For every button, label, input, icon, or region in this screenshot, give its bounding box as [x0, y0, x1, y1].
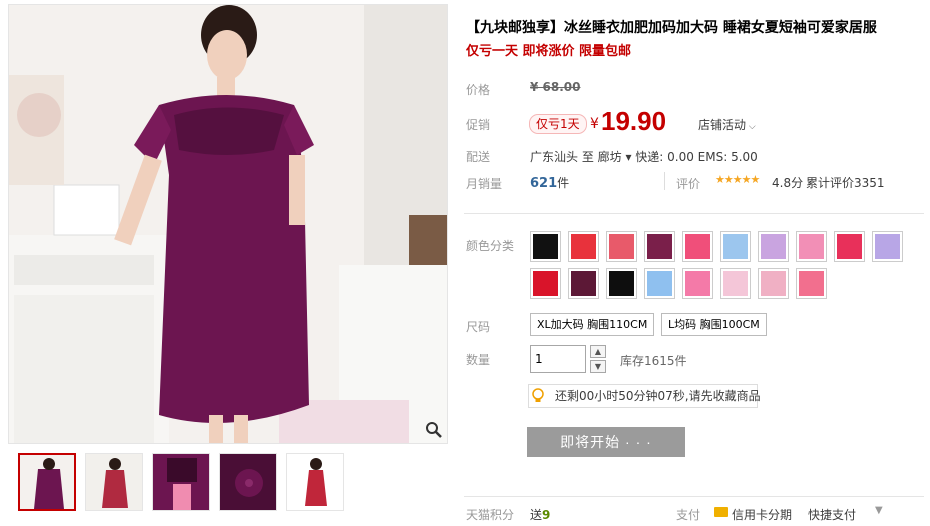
thumbnail-2[interactable] [85, 453, 143, 511]
color-swatch-14[interactable] [644, 268, 675, 299]
chevron-down-icon[interactable]: ▼ [875, 505, 883, 516]
shipping-info[interactable]: 广东汕头 至 廊坊 ▾ 快递: 0.00 EMS: 5.00 [530, 148, 758, 165]
rating-label: 评价 [676, 177, 701, 191]
color-swatch-11[interactable] [530, 268, 561, 299]
coming-soon-button[interactable]: 即将开始 · · · [527, 427, 685, 457]
color-swatch-12[interactable] [568, 268, 599, 299]
product-subtitle: 仅亏一天 即将涨价 限量包邮 [466, 44, 632, 59]
currency-symbol: ¥ [590, 116, 599, 132]
swatch-image [761, 234, 786, 259]
credit-card-icon [714, 507, 728, 517]
rating-score: 4.8分 [772, 176, 804, 190]
swatch-image [609, 271, 634, 296]
swatch-image [533, 234, 558, 259]
swatch-image [571, 271, 596, 296]
color-swatch-7[interactable] [758, 231, 789, 262]
quantity-label: 数量 [466, 353, 491, 367]
thumbnail-1[interactable] [18, 453, 76, 511]
quantity-increase-button[interactable]: ▲ [590, 345, 606, 358]
divider [664, 172, 665, 190]
swatch-image [685, 234, 710, 259]
color-swatch-2[interactable] [568, 231, 599, 262]
main-product-image[interactable] [8, 4, 448, 444]
color-swatch-6[interactable] [720, 231, 751, 262]
swatch-image [799, 271, 824, 296]
quantity-decrease-button[interactable]: ▼ [590, 360, 606, 373]
current-price: 19.90 [601, 106, 667, 136]
original-price: ¥ 68.00 [530, 80, 581, 94]
price-label: 价格 [466, 83, 491, 97]
stock-count: 库存1615件 [620, 354, 687, 368]
swatch-image [761, 271, 786, 296]
color-swatch-17[interactable] [758, 268, 789, 299]
swatch-image [685, 271, 710, 296]
swatch-image [533, 271, 558, 296]
swatch-image [647, 271, 672, 296]
color-swatch-16[interactable] [720, 268, 751, 299]
color-swatch-9[interactable] [834, 231, 865, 262]
monthly-sales-count: 621 [530, 176, 558, 191]
lightbulb-icon [532, 388, 544, 402]
product-title: 【九块邮独享】冰丝睡衣加肥加码加大码 睡裙女夏短袖可爱家居服 [466, 20, 877, 36]
color-swatch-15[interactable] [682, 268, 713, 299]
promo-badge: 仅亏1天 [529, 114, 587, 134]
swatch-image [723, 234, 748, 259]
color-swatch-4[interactable] [644, 231, 675, 262]
thumbnail-strip [18, 453, 344, 511]
size-option-l[interactable]: L均码 胸围100CM [661, 313, 767, 336]
monthly-sales-label: 月销量 [466, 177, 503, 191]
shipping-label: 配送 [466, 150, 491, 164]
thumbnail-3[interactable] [152, 453, 210, 511]
points-label: 天猫积分 [466, 508, 515, 522]
promo-label: 促销 [466, 118, 491, 132]
monthly-sales-unit: 件 [557, 176, 570, 190]
size-label: 尺码 [466, 320, 491, 334]
color-swatch-1[interactable] [530, 231, 561, 262]
store-activity-label: 店铺活动 [698, 118, 747, 132]
swatch-image [837, 234, 862, 259]
quick-pay[interactable]: 快捷支付 [808, 506, 856, 523]
star-rating-icon: ★★★★★ [715, 173, 760, 186]
color-swatch-13[interactable] [606, 268, 637, 299]
color-swatch-grid [530, 231, 910, 299]
chevron-down-icon: ⌵ [746, 122, 756, 132]
thumbnail-5[interactable] [286, 453, 344, 511]
swatch-image [647, 234, 672, 259]
store-activity-dropdown[interactable]: 店铺活动 ⌵ [698, 116, 756, 133]
thumbnail-4[interactable] [219, 453, 277, 511]
swatch-image [875, 234, 900, 259]
zoom-icon[interactable] [425, 421, 443, 439]
color-swatch-3[interactable] [606, 231, 637, 262]
color-label: 颜色分类 [466, 239, 515, 253]
color-swatch-8[interactable] [796, 231, 827, 262]
swatch-image [723, 271, 748, 296]
size-option-xl[interactable]: XL加大码 胸围110CM [530, 313, 655, 336]
quantity-input[interactable]: 1 [530, 345, 586, 373]
swatch-image [609, 234, 634, 259]
section-divider [464, 213, 924, 214]
monthly-sales: 621件 [530, 174, 569, 191]
product-photo [9, 5, 447, 443]
countdown-notice[interactable]: 还剩00小时50分钟07秒,请先收藏商品 [528, 384, 761, 408]
color-swatch-10[interactable] [872, 231, 903, 262]
payment-label: 支付 [676, 508, 701, 522]
swatch-image [799, 234, 824, 259]
credit-card-installment[interactable]: 信用卡分期 [732, 506, 792, 523]
points-number: 9 [542, 508, 551, 522]
color-swatch-18[interactable] [796, 268, 827, 299]
points-prefix: 送 [530, 508, 543, 522]
total-reviews-link[interactable]: 累计评价3351 [806, 174, 885, 191]
points-value: 送9 [530, 506, 550, 523]
section-divider [464, 496, 924, 497]
color-swatch-5[interactable] [682, 231, 713, 262]
swatch-image [571, 234, 596, 259]
